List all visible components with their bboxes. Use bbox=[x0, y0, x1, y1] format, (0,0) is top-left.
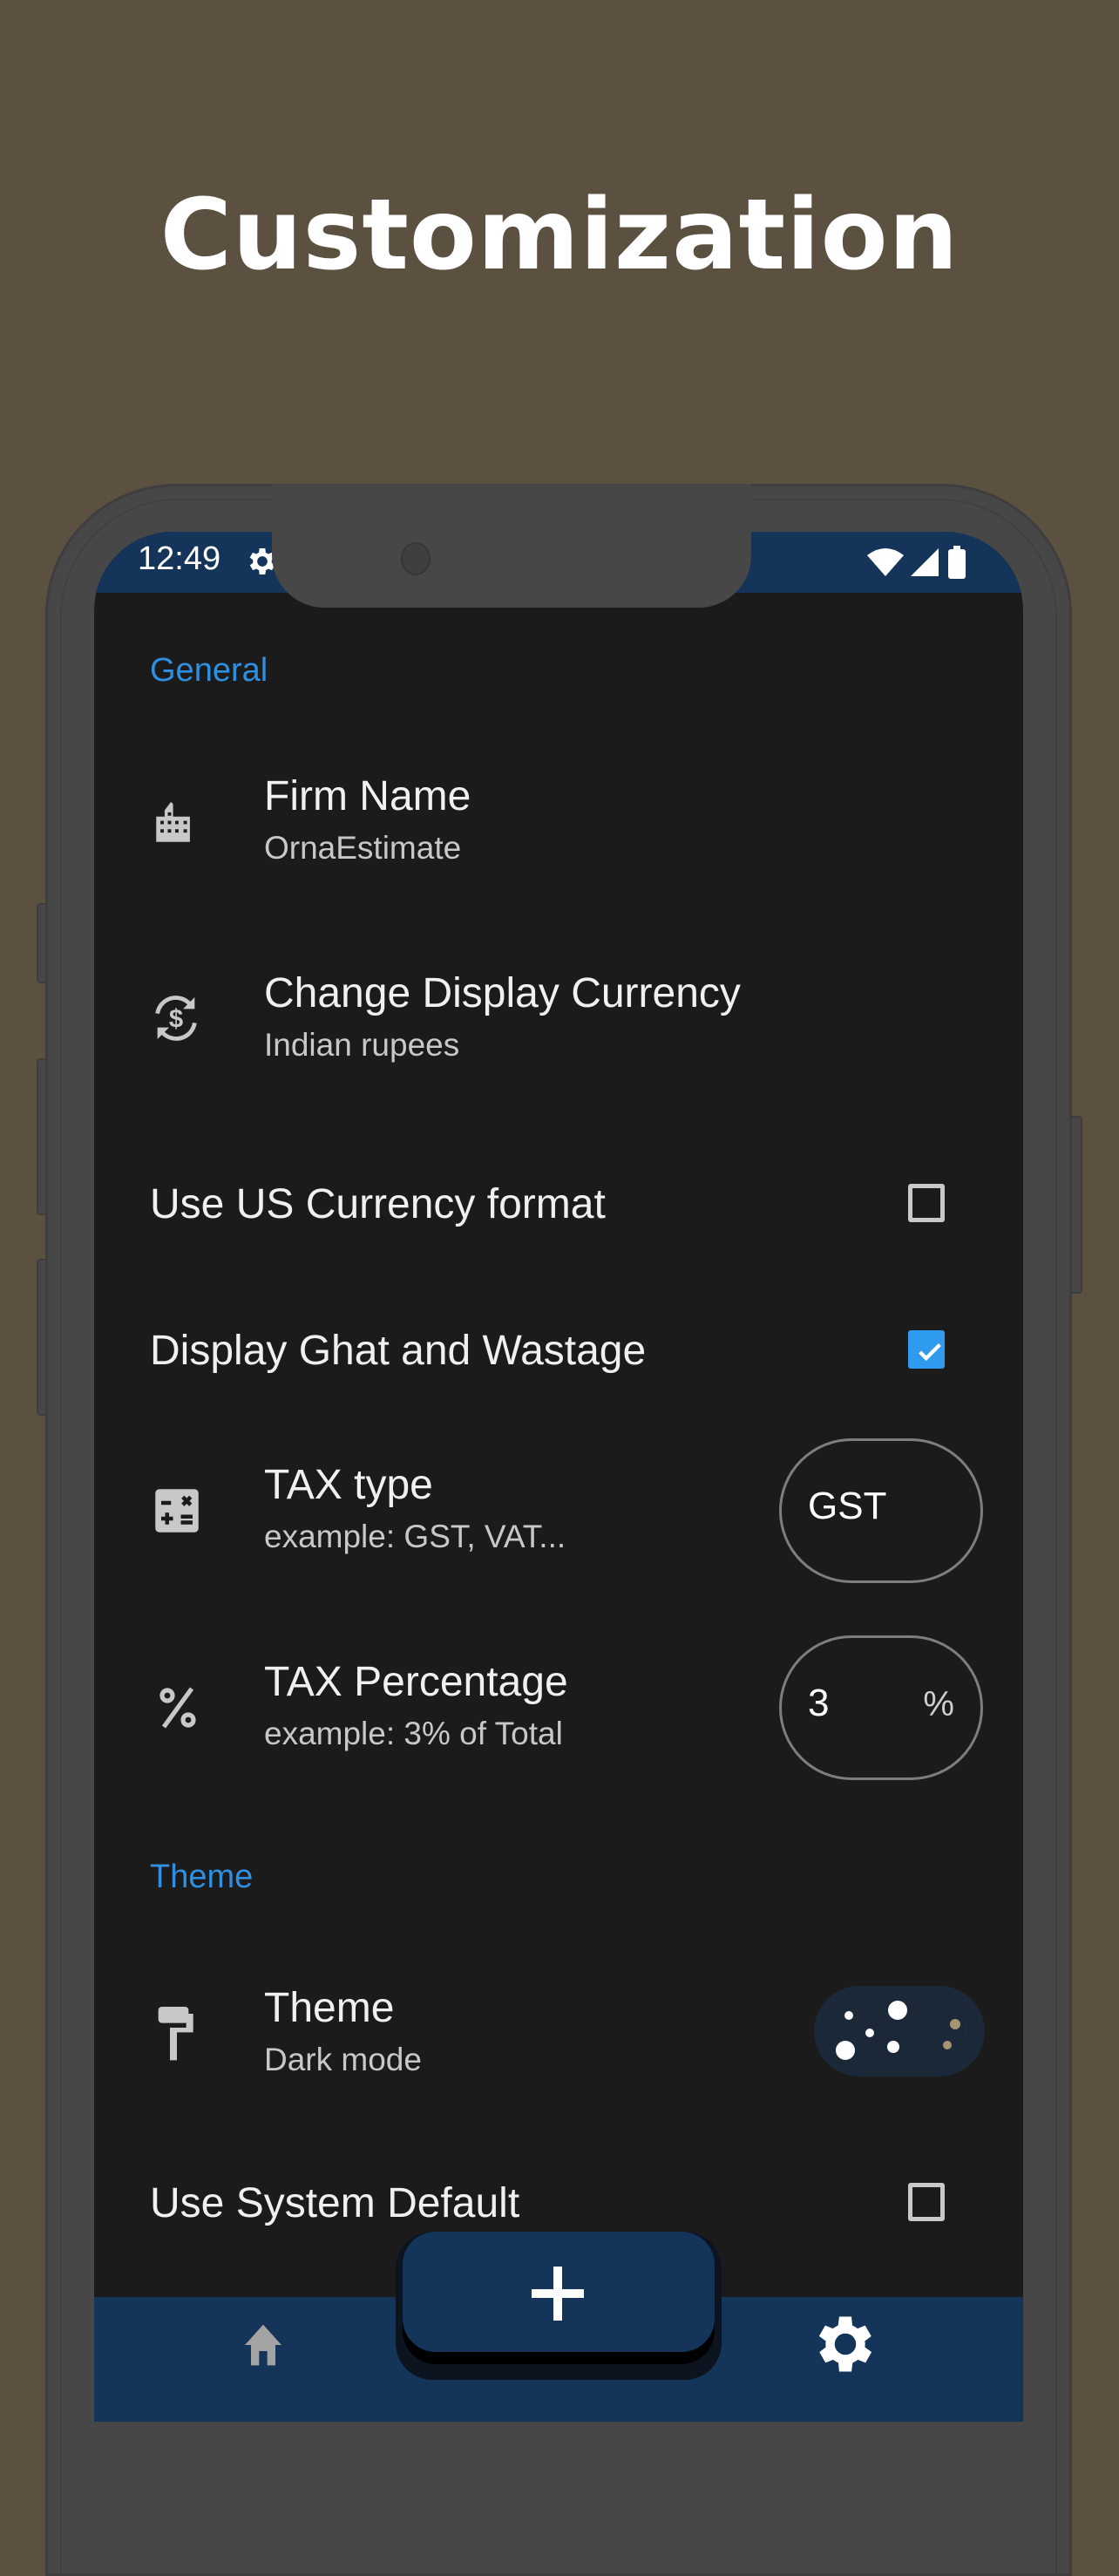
signal-icon bbox=[911, 548, 939, 576]
tax-type-value: GST bbox=[808, 1485, 887, 1527]
currency-exchange-icon: $ bbox=[155, 996, 197, 1041]
add-icon bbox=[532, 2267, 584, 2321]
settings-icon[interactable] bbox=[809, 2308, 882, 2381]
app-screen: 12:49 General Firm Name OrnaEstimate $ C… bbox=[94, 532, 1023, 2422]
us-currency-format-label: Use US Currency format bbox=[150, 1181, 606, 1227]
check-icon bbox=[919, 1342, 941, 1362]
tax-percentage-value: 3 bbox=[808, 1682, 830, 1724]
page-headline: Customization bbox=[159, 179, 960, 292]
wifi-icon bbox=[867, 548, 904, 576]
us-currency-format-checkbox[interactable] bbox=[908, 1184, 945, 1222]
calculate-icon bbox=[155, 1489, 199, 1533]
theme-title: Theme bbox=[264, 1985, 395, 2031]
setting-firm-name[interactable]: Firm Name OrnaEstimate bbox=[94, 750, 1023, 898]
firm-name-title: Firm Name bbox=[264, 773, 471, 819]
system-default-checkbox[interactable] bbox=[908, 2183, 945, 2221]
battery-icon bbox=[948, 546, 966, 579]
section-header-general: General bbox=[150, 652, 268, 689]
firm-name-value: OrnaEstimate bbox=[264, 830, 462, 866]
format-paint-icon bbox=[158, 2007, 193, 2061]
percent-icon bbox=[159, 1687, 196, 1729]
tax-percentage-title: TAX Percentage bbox=[264, 1659, 568, 1705]
night-stars-moon-icon bbox=[836, 2001, 966, 2061]
business-building-icon bbox=[156, 801, 190, 842]
home-icon[interactable] bbox=[237, 2321, 289, 2369]
add-button[interactable] bbox=[403, 2232, 715, 2352]
system-default-label: Use System Default bbox=[150, 2180, 520, 2226]
tax-percentage-subtitle: example: 3% of Total bbox=[264, 1716, 563, 1751]
setting-tax-percentage[interactable]: TAX Percentage example: 3% of Total 3 % bbox=[94, 1627, 1023, 1784]
display-currency-value: Indian rupees bbox=[264, 1027, 460, 1063]
tax-percentage-suffix: % bbox=[923, 1685, 954, 1723]
setting-theme[interactable]: Theme Dark mode bbox=[94, 1961, 1023, 2110]
setting-us-currency-format[interactable]: Use US Currency format bbox=[94, 1142, 1023, 1264]
tax-type-input[interactable]: GST bbox=[779, 1438, 983, 1583]
setting-display-currency[interactable]: $ Change Display Currency Indian rupees bbox=[94, 947, 1023, 1095]
tax-type-title: TAX type bbox=[264, 1462, 433, 1508]
svg-text:$: $ bbox=[169, 1005, 183, 1034]
ghat-wastage-label: Display Ghat and Wastage bbox=[150, 1328, 647, 1374]
ghat-wastage-checkbox[interactable] bbox=[908, 1330, 945, 1369]
status-time: 12:49 bbox=[138, 540, 221, 577]
theme-toggle[interactable] bbox=[814, 1986, 985, 2076]
setting-ghat-wastage[interactable]: Display Ghat and Wastage bbox=[94, 1288, 1023, 1410]
phone-notch bbox=[272, 484, 751, 608]
setting-tax-type[interactable]: TAX type example: GST, VAT... GST bbox=[94, 1430, 1023, 1587]
theme-subtitle: Dark mode bbox=[264, 2042, 422, 2077]
tax-percentage-input[interactable]: 3 % bbox=[779, 1635, 983, 1780]
display-currency-title: Change Display Currency bbox=[264, 970, 741, 1016]
tax-type-subtitle: example: GST, VAT... bbox=[264, 1519, 566, 1554]
section-header-theme: Theme bbox=[150, 1859, 254, 1895]
front-camera bbox=[401, 542, 431, 575]
